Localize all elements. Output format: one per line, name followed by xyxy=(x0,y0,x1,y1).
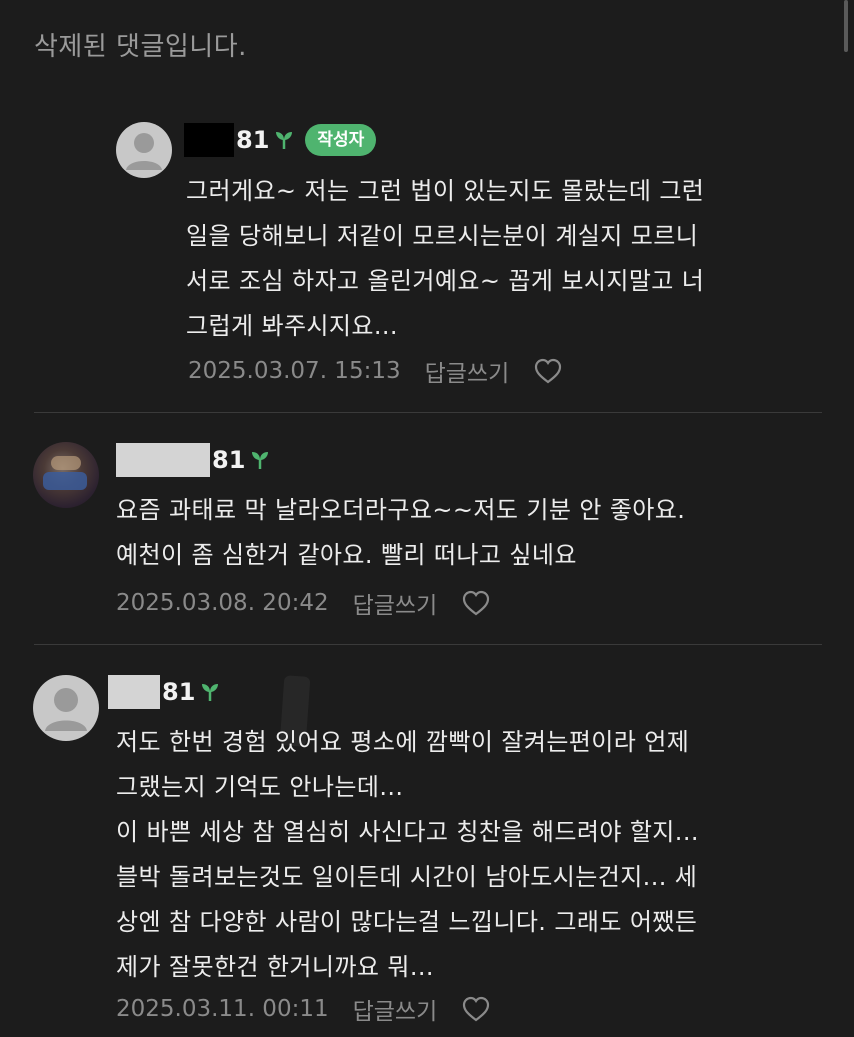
nickname[interactable]: 81 xyxy=(236,126,269,154)
comment-date: 2025.03.08. 20:42 xyxy=(116,590,329,616)
sprout-icon xyxy=(276,132,293,149)
scrollbar[interactable] xyxy=(844,0,848,52)
divider xyxy=(34,412,822,413)
redacted-nickname xyxy=(184,123,234,157)
comment-author-row: 81 xyxy=(108,674,221,710)
user-photo-avatar[interactable] xyxy=(33,442,99,508)
comment-meta: 2025.03.08. 20:42 답글쓰기 xyxy=(116,586,491,620)
reply-button[interactable]: 답글쓰기 xyxy=(353,992,438,1026)
heart-icon[interactable] xyxy=(461,589,491,617)
nickname[interactable]: 81 xyxy=(162,678,195,706)
comment-text: 저도 한번 경험 있어요 평소에 깜빡이 잘켜는편이라 언제 그랬는지 기억도 … xyxy=(116,728,699,981)
heart-icon[interactable] xyxy=(533,357,563,385)
divider xyxy=(34,644,822,645)
comment-text: 그러게요~ 저는 그런 법이 있는지도 몰랐는데 그런 일을 당해보니 저같이 … xyxy=(186,177,705,340)
nickname[interactable]: 81 xyxy=(212,446,245,474)
default-avatar-icon[interactable] xyxy=(33,675,99,741)
comment-text: 요즘 과태료 막 날라오더라구요~~저도 기분 안 좋아요. 예천이 좀 심한거… xyxy=(116,496,686,569)
comment-date: 2025.03.11. 00:11 xyxy=(116,996,329,1022)
comment-meta: 2025.03.07. 15:13 답글쓰기 xyxy=(188,354,563,388)
sprout-icon xyxy=(202,684,219,701)
sprout-icon xyxy=(252,452,269,469)
default-avatar-icon[interactable] xyxy=(116,122,172,178)
comment-meta: 2025.03.11. 00:11 답글쓰기 xyxy=(116,992,491,1026)
reply-button[interactable]: 답글쓰기 xyxy=(425,354,510,388)
comment-author-row: 81 작성자 xyxy=(184,122,377,158)
redacted-nickname xyxy=(116,443,210,477)
deleted-comment-notice: 삭제된 댓글입니다. xyxy=(34,32,247,62)
heart-icon[interactable] xyxy=(461,995,491,1023)
comment-date: 2025.03.07. 15:13 xyxy=(188,358,401,384)
author-badge: 작성자 xyxy=(305,124,377,156)
comment-author-row: 81 xyxy=(116,442,271,478)
reply-button[interactable]: 답글쓰기 xyxy=(353,586,438,620)
redacted-nickname xyxy=(108,675,160,709)
